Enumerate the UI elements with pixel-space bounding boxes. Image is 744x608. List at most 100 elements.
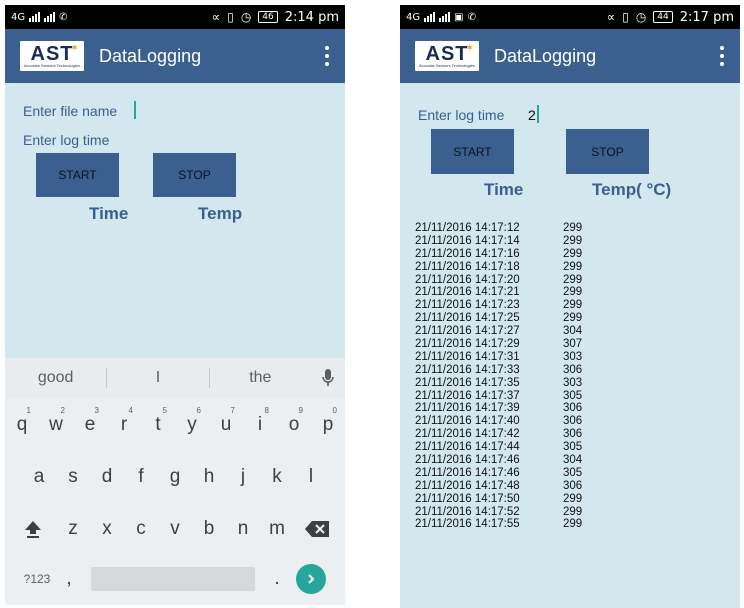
log-timestamp: 21/11/2016 14:17:21 — [415, 286, 520, 299]
key-h[interactable]: h — [192, 454, 226, 500]
log-temperature: 299 — [563, 247, 583, 260]
alarm-icon: ◷ — [240, 10, 252, 24]
log-timestamp: 21/11/2016 14:17:25 — [415, 312, 520, 325]
suggestion-3[interactable]: the — [210, 369, 311, 387]
key-y[interactable]: 6y — [175, 402, 209, 448]
log-temperature: 306 — [563, 415, 583, 428]
key-v[interactable]: v — [158, 506, 192, 552]
log-timestamp: 21/11/2016 14:17:20 — [415, 273, 520, 286]
backspace-icon — [305, 521, 329, 537]
log-timestamp: 21/11/2016 14:17:12 — [415, 222, 520, 234]
enter-key[interactable] — [289, 556, 333, 602]
clock: 2:14 pm — [284, 9, 339, 25]
signal-icon-2 — [44, 12, 56, 22]
log-timestamp: 21/11/2016 14:17:50 — [415, 492, 520, 505]
backspace-key[interactable] — [294, 506, 340, 552]
shift-key[interactable] — [10, 506, 56, 552]
key-d[interactable]: d — [90, 454, 124, 500]
key-s[interactable]: s — [56, 454, 90, 500]
space-bar[interactable] — [91, 567, 255, 591]
battery-icon: 46 — [258, 11, 278, 23]
keyboard-row-2: a s d f g h j k l — [5, 454, 345, 500]
log-timestamp: 21/11/2016 14:17:46 — [415, 454, 520, 467]
symbols-key[interactable]: ?123 — [17, 556, 57, 602]
key-z[interactable]: z — [56, 506, 90, 552]
log-time-input[interactable]: 2 — [528, 107, 536, 123]
log-row: 21/11/2016 14:17:42 306 — [415, 428, 615, 441]
key-u[interactable]: 7u — [209, 402, 243, 448]
key-j[interactable]: j — [226, 454, 260, 500]
app-title: DataLogging — [99, 45, 202, 66]
bluetooth-icon: ∝ — [606, 10, 616, 24]
signal-icon — [29, 12, 41, 22]
log-row: 21/11/2016 14:17:44 305 — [415, 441, 615, 454]
stop-button[interactable]: STOP — [153, 153, 236, 197]
key-t[interactable]: 5t — [141, 402, 175, 448]
key-p[interactable]: 0p — [311, 402, 345, 448]
ast-logo: AST Accurate Sensors Technologies ✶ — [415, 41, 479, 71]
key-x[interactable]: x — [90, 506, 124, 552]
suggestion-strip: good I the — [5, 358, 345, 398]
shift-icon — [25, 521, 41, 538]
microphone-icon[interactable] — [311, 369, 345, 387]
log-temperature: 299 — [563, 312, 583, 325]
file-name-input[interactable] — [134, 101, 136, 119]
stop-button[interactable]: STOP — [566, 129, 649, 174]
key-b[interactable]: b — [192, 506, 226, 552]
log-temperature: 306 — [563, 428, 583, 441]
key-k[interactable]: k — [260, 454, 294, 500]
key-g[interactable]: g — [158, 454, 192, 500]
wifi-call-icon: ✆ — [467, 11, 476, 23]
comma-key[interactable]: , — [57, 556, 81, 602]
start-button[interactable]: START — [36, 153, 119, 197]
log-temperature: 299 — [563, 518, 583, 531]
log-row: 21/11/2016 14:17:23 299 — [415, 299, 615, 312]
log-temperature: 303 — [563, 350, 583, 363]
log-timestamp: 21/11/2016 14:17:16 — [415, 247, 520, 260]
keyboard-row-4: ?123 , . — [5, 556, 345, 602]
log-timestamp: 21/11/2016 14:17:23 — [415, 299, 520, 312]
overflow-menu-icon[interactable] — [720, 46, 724, 66]
log-timestamp: 21/11/2016 14:17:14 — [415, 234, 520, 247]
log-timestamp: 21/11/2016 14:17:46 — [415, 466, 520, 479]
log-temperature: 305 — [563, 389, 583, 402]
log-temperature: 304 — [563, 454, 583, 467]
log-timestamp: 21/11/2016 14:17:44 — [415, 441, 520, 454]
app-bar: AST Accurate Sensors Technologies ✶ Data… — [400, 29, 740, 83]
log-row: 21/11/2016 14:17:46 304 — [415, 454, 615, 467]
log-row: 21/11/2016 14:17:50 299 — [415, 493, 615, 506]
log-row: 21/11/2016 14:17:25 299 — [415, 312, 615, 325]
soft-keyboard: good I the 1q 2w 3e 4r 5t 6y 7u 8i 9o 0p… — [5, 358, 345, 605]
key-o[interactable]: 9o — [277, 402, 311, 448]
key-l[interactable]: l — [294, 454, 328, 500]
log-timestamp: 21/11/2016 14:17:29 — [415, 338, 520, 351]
start-button[interactable]: START — [431, 129, 514, 174]
log-row: 21/11/2016 14:17:29 307 — [415, 338, 615, 351]
keyboard-row-1: 1q 2w 3e 4r 5t 6y 7u 8i 9o 0p — [5, 402, 345, 448]
key-m[interactable]: m — [260, 506, 294, 552]
suggestion-2[interactable]: I — [107, 369, 208, 387]
key-i[interactable]: 8i — [243, 402, 277, 448]
log-timestamp: 21/11/2016 14:17:27 — [415, 325, 520, 338]
log-temperature: 306 — [563, 479, 583, 492]
suggestion-1[interactable]: good — [5, 369, 106, 387]
period-key[interactable]: . — [265, 556, 289, 602]
key-n[interactable]: n — [226, 506, 260, 552]
key-r[interactable]: 4r — [107, 402, 141, 448]
key-e[interactable]: 3e — [73, 402, 107, 448]
log-temperature: 305 — [563, 441, 583, 454]
key-c[interactable]: c — [124, 506, 158, 552]
overflow-menu-icon[interactable] — [325, 46, 329, 66]
key-q[interactable]: 1q — [5, 402, 39, 448]
alarm-icon: ◷ — [635, 10, 647, 24]
bluetooth-icon: ∝ — [211, 10, 221, 24]
key-a[interactable]: a — [22, 454, 56, 500]
key-w[interactable]: 2w — [39, 402, 73, 448]
log-row: 21/11/2016 14:17:33 306 — [415, 364, 615, 377]
log-temperature: 299 — [563, 222, 583, 234]
key-f[interactable]: f — [124, 454, 158, 500]
clock: 2:17 pm — [679, 9, 734, 25]
time-column-header: Time — [89, 204, 129, 223]
log-row: 21/11/2016 14:17:20 299 — [415, 274, 615, 287]
log-row: 21/11/2016 14:17:40 306 — [415, 415, 615, 428]
